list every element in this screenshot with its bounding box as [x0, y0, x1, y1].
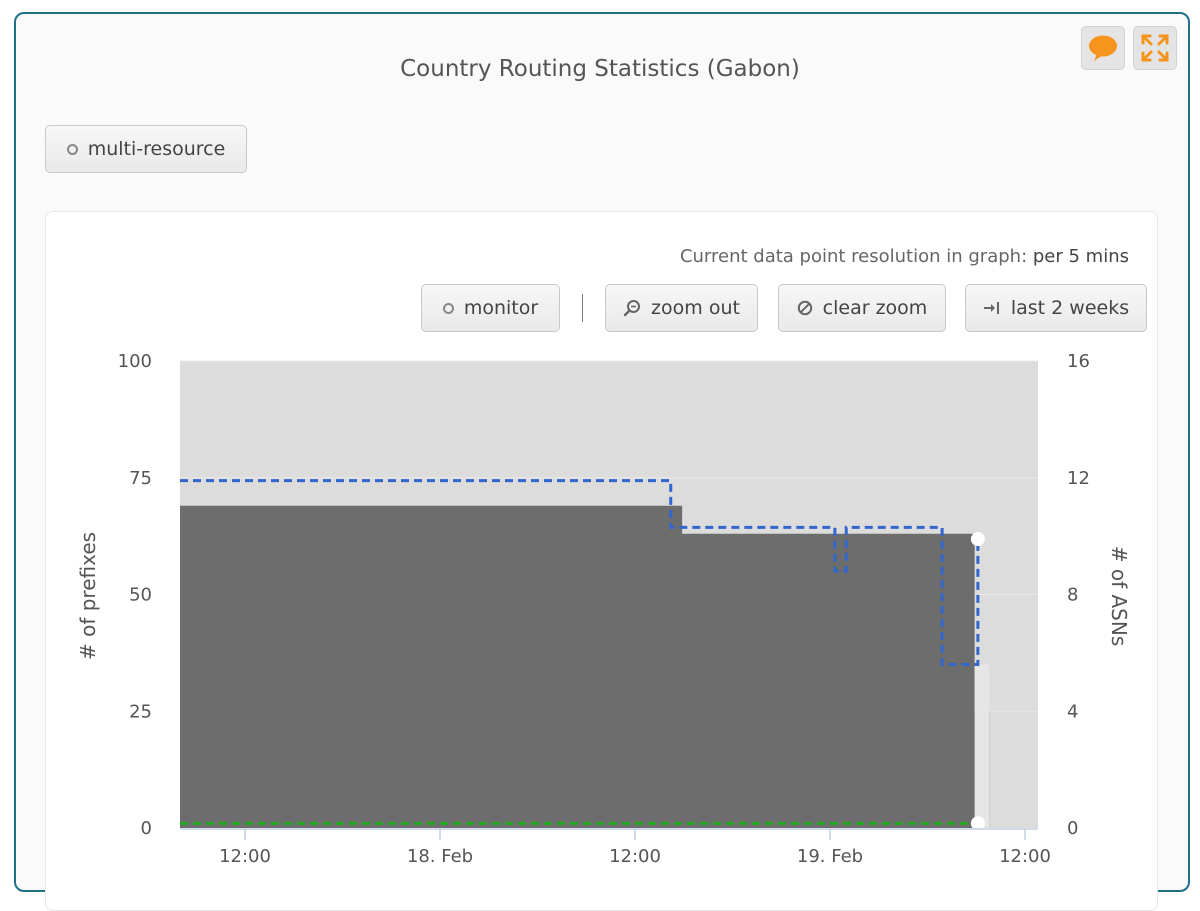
left-axis-tick-label: 0	[141, 818, 152, 839]
x-axis-tick-label: 18. Feb	[407, 846, 473, 864]
routing-chart[interactable]: 0 25 50 75 100 0 4 8 12 16 12:00 18. Feb 12:00 19. …	[0, 0, 1200, 864]
right-axis-tick-label: 0	[1067, 818, 1078, 839]
right-axis-tick-label: 8	[1067, 585, 1078, 606]
x-axis-tick-label: 12:00	[999, 846, 1051, 864]
right-axis-tick-label: 4	[1067, 701, 1078, 722]
x-axis-tick-label: 12:00	[219, 846, 271, 864]
left-axis-tick-label: 50	[129, 585, 152, 606]
right-axis-tick-label: 12	[1067, 468, 1090, 489]
left-axis-tick-label: 25	[129, 701, 152, 722]
left-axis-title: # of prefixes	[76, 532, 100, 660]
x-axis-tick-label: 12:00	[609, 846, 661, 864]
right-axis-title: # of ASNs	[1107, 546, 1131, 647]
left-axis-tick-label: 100	[118, 351, 152, 372]
right-axis-tick-label: 16	[1067, 351, 1090, 372]
x-axis-tick-label: 19. Feb	[797, 846, 863, 864]
asn-series-end-marker[interactable]	[970, 532, 985, 547]
left-axis-tick-label: 75	[129, 468, 152, 489]
prefix-area-series-0	[180, 505, 990, 828]
green-series-end-marker[interactable]	[970, 816, 985, 831]
prefix-area-series-1	[974, 664, 990, 828]
